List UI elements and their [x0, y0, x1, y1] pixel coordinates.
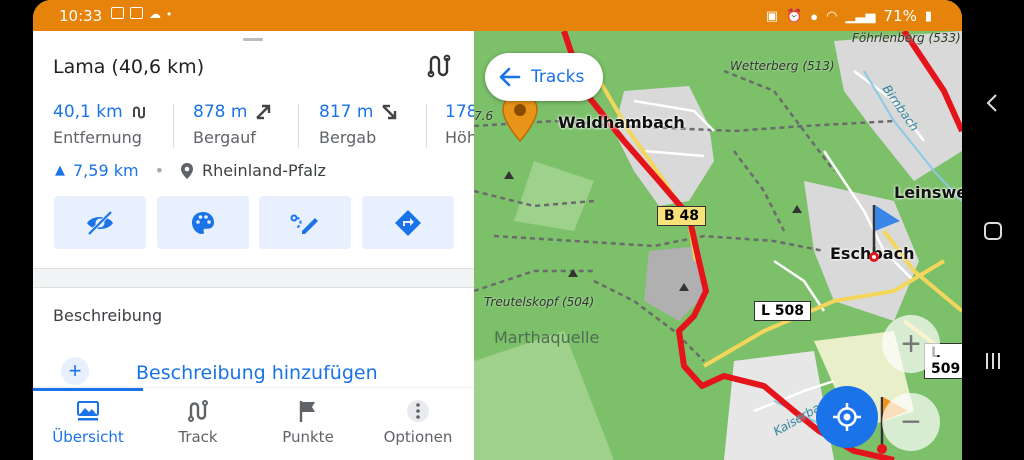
- label-wetterberg: Wetterberg (513): [730, 59, 835, 73]
- status-left-icons: ☁ •: [111, 7, 171, 21]
- elevation-value: 178: [445, 102, 474, 122]
- label-partial-elevation: 7.6: [474, 109, 494, 123]
- stat-uphill: 878 m Bergauf: [193, 102, 273, 147]
- tab-points-label: Punkte: [282, 428, 334, 446]
- location-pin-icon: [181, 162, 193, 179]
- image-icon: [111, 7, 124, 19]
- track-title: Lama (40,6 km): [53, 56, 205, 78]
- zoom-out-button[interactable]: −: [882, 393, 940, 451]
- label-waldhambach: Waldhambach: [558, 113, 685, 132]
- tab-track-label: Track: [178, 428, 218, 446]
- back-nav-icon[interactable]: [982, 92, 1004, 114]
- palette-icon: [192, 211, 214, 234]
- separator-dot: •: [154, 161, 164, 180]
- navigate-icon: [395, 209, 421, 236]
- stat-elevation: 178 Höh: [445, 102, 474, 147]
- stat-separator: [173, 104, 174, 148]
- stat-downhill: 817 m Bergab: [319, 102, 399, 147]
- bottom-tab-bar: Übersicht Track Punkte Optionen: [33, 387, 474, 460]
- track-info-panel: Lama (40,6 km) 40,1 km Entfernung 878 m …: [33, 31, 474, 460]
- system-navigation-bar: [962, 0, 1024, 460]
- color-button[interactable]: [157, 196, 249, 249]
- add-description-link[interactable]: Beschreibung hinzufügen: [136, 362, 378, 384]
- tab-track[interactable]: Track: [143, 400, 253, 446]
- tab-options[interactable]: Optionen: [363, 400, 473, 446]
- location-icon: ●: [810, 8, 819, 24]
- tab-overview[interactable]: Übersicht: [33, 400, 143, 446]
- triangle-up-icon: ▲: [55, 163, 65, 178]
- alarm-icon: ⏰: [786, 8, 803, 23]
- drag-handle[interactable]: [243, 38, 263, 41]
- flag-marker-icon[interactable]: [866, 201, 906, 263]
- cloud-icon: ☁: [149, 7, 161, 21]
- distance-value: 40,1 km: [53, 102, 123, 122]
- stat-distance: 40,1 km Entfernung: [53, 102, 147, 147]
- battery-icon: ▮: [924, 8, 932, 23]
- zoom-in-button[interactable]: +: [882, 315, 940, 373]
- uphill-value: 878 m: [193, 102, 248, 122]
- route-icon[interactable]: [425, 53, 451, 79]
- my-location-button[interactable]: [816, 386, 878, 448]
- downhill-label: Bergab: [319, 128, 377, 147]
- uphill-label: Bergauf: [193, 128, 256, 147]
- description-heading: Beschreibung: [53, 306, 163, 325]
- signal-icon: ▁▃▅: [845, 8, 876, 23]
- overview-icon: [77, 401, 99, 421]
- add-description-icon[interactable]: +: [61, 357, 89, 385]
- elevation-label: Höh: [445, 128, 474, 147]
- sim-icon: ▣: [765, 8, 779, 23]
- region-name: Rheinland-Pfalz: [202, 161, 326, 180]
- status-bar: 10:33 ☁ • ▣ ⏰ ● ◠ ▁▃▅ 71% ▮: [33, 0, 962, 31]
- label-leinsweiler: Leinswe: [894, 183, 962, 202]
- tab-overview-label: Übersicht: [52, 428, 124, 446]
- back-to-tracks-button[interactable]: Tracks: [485, 53, 603, 101]
- edit-track-button[interactable]: [259, 196, 351, 249]
- uphill-icon: [256, 104, 271, 120]
- tab-points[interactable]: Punkte: [253, 400, 363, 446]
- hide-track-button[interactable]: [54, 196, 146, 249]
- route-small-icon: [132, 106, 145, 119]
- recents-nav-icon[interactable]: [982, 350, 1004, 372]
- edit-track-icon: [290, 214, 318, 234]
- back-arrow-icon: [499, 67, 521, 87]
- hide-icon: [87, 210, 113, 235]
- downhill-value: 817 m: [319, 102, 374, 122]
- status-right-icons: ▣ ⏰ ● ◠ ▁▃▅ 71% ▮: [766, 7, 932, 25]
- track-tab-icon: [188, 400, 208, 422]
- back-button-label: Tracks: [531, 67, 585, 87]
- more-options-icon: [407, 400, 429, 422]
- home-nav-icon[interactable]: [982, 220, 1004, 242]
- max-elevation-row: ▲ 7,59 km • Rheinland-Pfalz: [55, 161, 326, 180]
- gallery-icon: [130, 7, 143, 19]
- dot-icon: •: [167, 7, 172, 21]
- crosshair-icon: [833, 403, 861, 431]
- map-view[interactable]: Waldhambach Leinswe Eschbach Marthaquell…: [474, 31, 962, 460]
- navigate-button[interactable]: [362, 196, 454, 249]
- app-screen: 10:33 ☁ • ▣ ⏰ ● ◠ ▁▃▅ 71% ▮ Lama (40,6 k…: [33, 0, 962, 460]
- downhill-icon: [382, 104, 397, 120]
- status-time: 10:33: [59, 7, 103, 25]
- wifi-icon: ◠: [826, 8, 838, 23]
- section-divider: [33, 268, 474, 288]
- road-l508: L 508: [754, 301, 812, 321]
- label-treutelskopf: Treutelskopf (504): [484, 295, 595, 309]
- active-tab-indicator: [33, 388, 143, 391]
- stat-separator: [298, 104, 299, 148]
- label-fohrlenberg: Föhrlenberg (533): [852, 31, 961, 45]
- max-elevation-value: 7,59 km: [73, 161, 139, 180]
- flag-icon: [299, 401, 315, 422]
- distance-label: Entfernung: [53, 128, 142, 147]
- road-b48: B 48: [657, 206, 707, 226]
- tab-options-label: Optionen: [383, 428, 453, 446]
- battery-text: 71%: [883, 7, 917, 25]
- label-marthaquelle: Marthaquelle: [494, 328, 600, 347]
- stat-separator: [426, 104, 427, 148]
